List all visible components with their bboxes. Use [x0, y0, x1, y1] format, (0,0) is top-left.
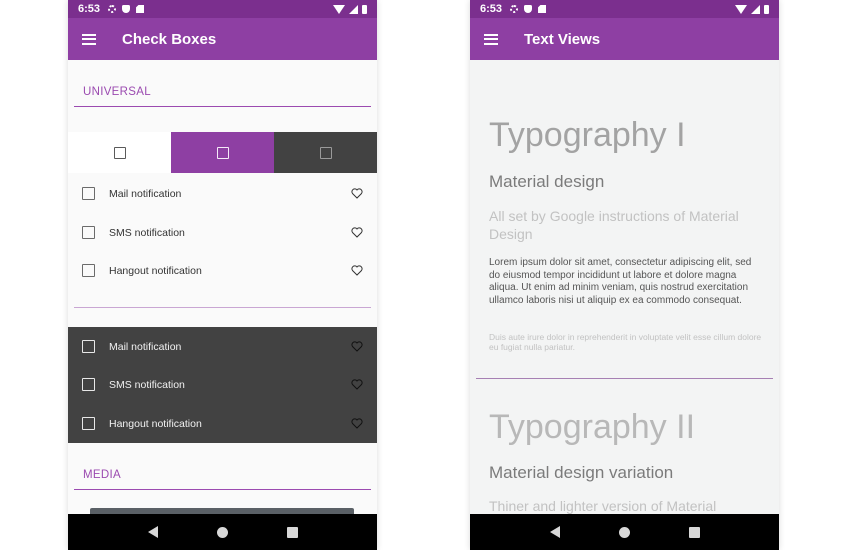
status-bar: 6:53 — [68, 0, 377, 18]
list-item-hangout[interactable]: Hangout notification — [68, 251, 377, 290]
app-bar: Check Boxes — [68, 18, 377, 60]
status-bar: 6:53 — [470, 0, 779, 18]
divider — [476, 378, 773, 379]
typography-caption: All set by Google instructions of Materi… — [489, 208, 739, 242]
section-universal-label: UNIVERSAL — [83, 86, 151, 98]
heart-icon[interactable] — [351, 265, 363, 276]
checkbox[interactable] — [82, 226, 95, 239]
checkbox-dark[interactable] — [319, 146, 332, 159]
checkbox-light-cell[interactable] — [68, 132, 171, 173]
heart-icon[interactable] — [351, 227, 363, 238]
typography-subheading: Material design — [489, 172, 605, 191]
settings-icon — [510, 5, 519, 13]
checkbox-purple-cell[interactable] — [171, 132, 274, 173]
typography-body: Lorem ipsum dolor sit amet, consectetur … — [489, 257, 752, 306]
list-item-sms[interactable]: SMS notification — [68, 213, 377, 252]
navigation-bar — [470, 514, 779, 550]
wifi-icon — [333, 4, 345, 14]
list-item-label: Mail notification — [109, 340, 182, 353]
back-icon[interactable] — [147, 526, 158, 538]
list-item-mail[interactable]: Mail notification — [68, 174, 377, 213]
home-icon[interactable] — [216, 526, 228, 538]
checkbox[interactable] — [82, 340, 95, 353]
heart-icon[interactable] — [351, 379, 363, 390]
menu-icon[interactable] — [484, 33, 498, 45]
heart-icon[interactable] — [351, 418, 363, 429]
list-item-label: Hangout notification — [109, 417, 202, 430]
checkbox[interactable] — [82, 187, 95, 200]
divider — [74, 307, 371, 308]
list-item-hangout-dark[interactable]: Hangout notification — [68, 404, 377, 443]
typography-small: Duis aute irure dolor in reprehenderit i… — [489, 332, 762, 352]
shield-icon — [524, 5, 533, 13]
status-time: 6:53 — [78, 3, 101, 15]
settings-icon — [108, 5, 117, 13]
signal-icon — [349, 4, 358, 14]
status-time: 6:53 — [480, 3, 503, 15]
wifi-icon — [735, 4, 747, 14]
battery-icon — [764, 4, 769, 14]
battery-icon — [362, 4, 367, 14]
heart-icon[interactable] — [351, 188, 363, 199]
checkbox-light[interactable] — [113, 146, 126, 159]
sd-card-icon — [538, 5, 547, 13]
section-divider — [74, 106, 371, 107]
home-icon[interactable] — [618, 526, 630, 538]
list-item-label: Hangout notification — [109, 264, 202, 277]
list-item-label: SMS notification — [109, 226, 185, 239]
section-media-label: MEDIA — [83, 469, 121, 481]
navigation-bar — [68, 514, 377, 550]
recent-apps-icon[interactable] — [688, 526, 700, 538]
list-item-label: SMS notification — [109, 378, 185, 391]
typography-heading: Typography I — [489, 116, 686, 154]
typography-subheading: Material design variation — [489, 463, 674, 482]
back-icon[interactable] — [549, 526, 560, 538]
typography-caption: Thiner and lighter version of Material — [489, 498, 717, 514]
recent-apps-icon[interactable] — [286, 526, 298, 538]
signal-icon — [751, 4, 760, 14]
checkbox[interactable] — [82, 417, 95, 430]
typography-heading: Typography II — [489, 408, 696, 446]
list-item-sms-dark[interactable]: SMS notification — [68, 365, 377, 404]
sd-card-icon — [136, 5, 145, 13]
heart-icon[interactable] — [351, 341, 363, 352]
app-bar: Text Views — [470, 18, 779, 60]
list-item-label: Mail notification — [109, 187, 182, 200]
menu-icon[interactable] — [82, 33, 96, 45]
checkbox-purple[interactable] — [216, 146, 229, 159]
page-title: Text Views — [524, 30, 601, 48]
shield-icon — [122, 5, 131, 13]
list-item-mail-dark[interactable]: Mail notification — [68, 327, 377, 366]
check-boxes-screen: 6:53 Check Boxes UNIVERSAL Mail notifica… — [68, 0, 377, 550]
checkbox-color-strip — [68, 132, 377, 173]
section-divider — [74, 489, 371, 490]
checkbox[interactable] — [82, 378, 95, 391]
checkbox[interactable] — [82, 264, 95, 277]
page-title: Check Boxes — [122, 30, 217, 48]
text-views-screen: 6:53 Text Views Typography I Material de… — [470, 0, 779, 550]
checkbox-dark-cell[interactable] — [274, 132, 377, 173]
